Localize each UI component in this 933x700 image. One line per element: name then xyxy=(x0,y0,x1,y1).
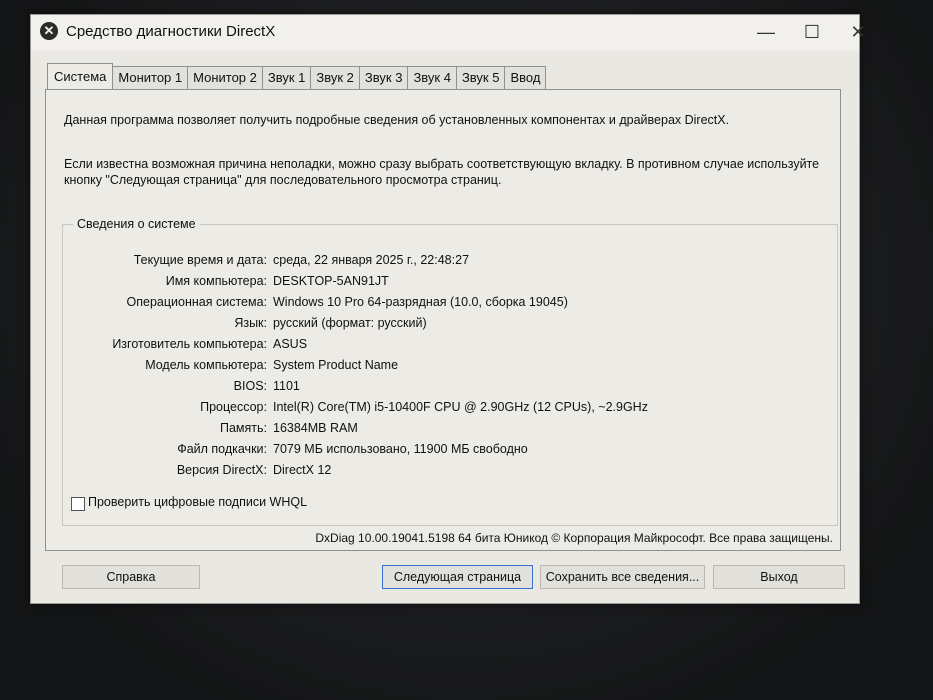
tab-sound-1[interactable]: Звук 1 xyxy=(261,66,312,89)
info-row-processor: Процессор: Intel(R) Core(TM) i5-10400F C… xyxy=(63,398,837,416)
info-label: Файл подкачки: xyxy=(177,442,267,456)
exit-button[interactable]: Выход xyxy=(713,565,845,589)
info-label: Текущие время и дата: xyxy=(133,253,267,267)
info-value: 7079 МБ использовано, 11900 МБ свободно xyxy=(273,442,528,456)
info-row-memory: Память: 16384MB RAM xyxy=(63,419,837,437)
tab-sound-2[interactable]: Звук 2 xyxy=(310,66,360,89)
info-label: Процессор: xyxy=(200,400,267,414)
info-value: System Product Name xyxy=(273,358,399,372)
tab-sound-3[interactable]: Звук 3 xyxy=(358,66,409,89)
window-title: Средство диагностики DirectX xyxy=(66,23,276,40)
info-label: Язык: xyxy=(234,316,267,330)
info-value: DESKTOP-5AN91JT xyxy=(273,274,389,288)
maximize-button[interactable]: ☐ xyxy=(789,17,835,47)
info-label: Версия DirectX: xyxy=(176,463,267,477)
tab-system[interactable]: Система xyxy=(47,63,114,90)
help-button[interactable]: Справка xyxy=(62,565,200,589)
directx-app-icon: ✕ xyxy=(40,22,58,40)
system-tab-panel: Данная программа позволяет получить подр… xyxy=(45,89,841,551)
info-label: Модель компьютера: xyxy=(145,358,267,372)
whql-checkbox[interactable] xyxy=(71,497,85,511)
info-label: BIOS: xyxy=(233,379,267,393)
info-value: русский (формат: русский) xyxy=(273,316,427,330)
info-value: Windows 10 Pro 64-разрядная (10.0, сборк… xyxy=(273,295,568,309)
photo-background: ✕ Средство диагностики DirectX — ☐ ✕ Сис… xyxy=(0,0,933,700)
whql-checkbox-label[interactable]: Проверить цифровые подписи WHQL xyxy=(88,495,307,509)
info-value: 16384MB RAM xyxy=(273,421,358,435)
tab-sound-5[interactable]: Звук 5 xyxy=(455,66,506,89)
info-row-os: Операционная система: Windows 10 Pro 64-… xyxy=(63,293,837,311)
close-button[interactable]: ✕ xyxy=(835,17,881,47)
info-row-manufacturer: Изготовитель компьютера: ASUS xyxy=(63,335,837,353)
info-label: Память: xyxy=(219,421,267,435)
info-label: Изготовитель компьютера: xyxy=(112,337,267,351)
info-row-bios: BIOS: 1101 xyxy=(63,377,837,395)
info-label: Операционная система: xyxy=(126,295,267,309)
title-bar: ✕ Средство диагностики DirectX — ☐ ✕ xyxy=(31,15,866,51)
system-info-group: Сведения о системе Текущие время и дата:… xyxy=(62,217,838,526)
version-copyright: DxDiag 10.00.19041.5198 64 бита Юникод ©… xyxy=(315,531,833,545)
tab-strip: Система Монитор 1 Монитор 2 Звук 1 Звук … xyxy=(47,63,547,90)
system-info-title: Сведения о системе xyxy=(73,217,200,231)
info-row-computer-name: Имя компьютера: DESKTOP-5AN91JT xyxy=(63,272,837,290)
tab-monitor-1[interactable]: Монитор 1 xyxy=(112,66,189,89)
info-row-model: Модель компьютера: System Product Name xyxy=(63,356,837,374)
info-value: 1101 xyxy=(273,379,300,393)
save-all-info-button[interactable]: Сохранить все сведения... xyxy=(540,565,705,589)
hint-text: Если известна возможная причина неполадк… xyxy=(64,157,820,187)
info-row-pagefile: Файл подкачки: 7079 МБ использовано, 119… xyxy=(63,440,837,458)
dxdiag-window: ✕ Средство диагностики DirectX — ☐ ✕ Сис… xyxy=(30,14,866,604)
minimize-button[interactable]: — xyxy=(743,17,789,47)
info-value: Intel(R) Core(TM) i5-10400F CPU @ 2.90GH… xyxy=(273,400,648,414)
info-row-language: Язык: русский (формат: русский) xyxy=(63,314,837,332)
next-page-button[interactable]: Следующая страница xyxy=(382,565,533,589)
info-value: среда, 22 января 2025 г., 22:48:27 xyxy=(273,253,470,267)
info-value: ASUS xyxy=(273,337,308,351)
info-row-datetime: Текущие время и дата: среда, 22 января 2… xyxy=(63,251,837,269)
info-label: Имя компьютера: xyxy=(165,274,267,288)
tab-monitor-2[interactable]: Монитор 2 xyxy=(187,66,263,89)
tab-input[interactable]: Ввод xyxy=(504,66,547,89)
tab-sound-4[interactable]: Звук 4 xyxy=(407,66,457,89)
intro-text: Данная программа позволяет получить подр… xyxy=(64,113,730,127)
info-value: DirectX 12 xyxy=(273,463,332,477)
info-row-directx-version: Версия DirectX: DirectX 12 xyxy=(63,461,837,479)
